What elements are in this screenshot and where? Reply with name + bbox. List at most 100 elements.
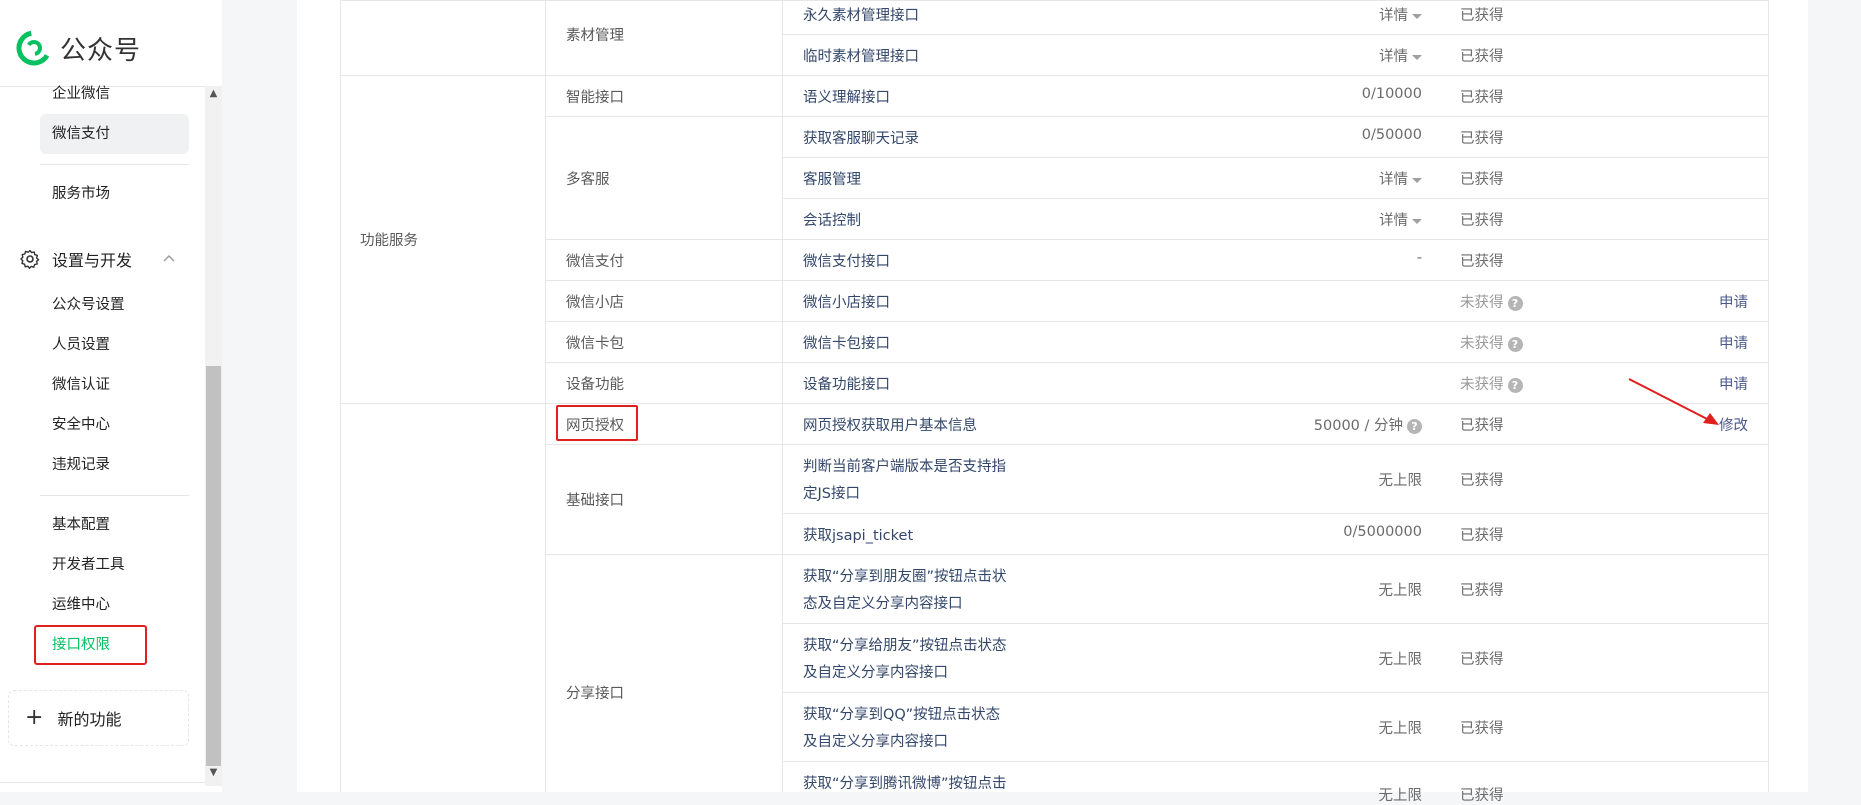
api-name: 微信小店接口 [803,295,890,311]
api-limit-detail[interactable]: 详情 [1222,4,1422,25]
table-row-line [782,761,1769,762]
api-limit: 无上限 [1378,652,1423,668]
sidebar-section-label: 设置与开发 [52,251,133,270]
api-name-line2: 定JS接口 [803,486,860,502]
wechat-official-logo-icon [16,30,52,66]
table-row-line [782,692,1769,693]
category-smart: 智能接口 [566,90,624,106]
api-status: 已获得 [1460,583,1504,599]
table-row-line [545,116,1769,117]
api-limit: 0/5000000 [1343,524,1422,540]
sidebar-item-account-settings[interactable]: 公众号设置 [52,293,125,317]
api-name-line1: 获取“分享到腾讯微博”按钮点击 [803,776,1007,792]
group-label-func-service: 功能服务 [360,233,418,249]
api-limit: 0/50000 [1361,127,1422,143]
table-row-line [340,75,1769,76]
table-col-divider [545,0,546,792]
api-name-line2: 及自定义分享内容接口 [803,734,948,750]
help-icon[interactable]: ? [1507,377,1523,393]
category-basic: 基础接口 [566,493,624,509]
annotation-arrow-icon [1628,378,1719,425]
api-name: 客服管理 [803,172,861,188]
api-name: 会话控制 [803,213,861,229]
category-share: 分享接口 [566,686,624,702]
table-row-line [340,0,1769,1]
api-name: 微信支付接口 [803,254,890,270]
brand-name: 公众号 [60,35,142,66]
brand[interactable]: 公众号 [16,30,141,66]
chevron-up-icon[interactable] [162,252,176,266]
category-material: 素材管理 [566,28,624,44]
api-name-line1: 获取“分享到QQ”按钮点击状态 [803,707,1001,723]
table-border-right [1768,0,1769,792]
api-status: 已获得 [1460,49,1504,65]
details-link[interactable]: 详情 [1379,8,1408,24]
sidebar-item-wecom[interactable]: 企业微信 [52,82,110,106]
api-limit-detail[interactable]: 详情 [1222,45,1422,66]
details-link[interactable]: 详情 [1379,172,1408,188]
scroll-up-arrow-icon[interactable]: ▲ [205,86,222,102]
table-row-line [782,157,1769,158]
sidebar-item-violation-records[interactable]: 违规记录 [52,453,110,477]
api-name: 永久素材管理接口 [803,8,919,24]
apply-link[interactable]: 申请 [1688,332,1748,353]
sidebar-item-member-settings[interactable]: 人员设置 [52,333,110,357]
gear-icon [20,249,40,269]
scroll-down-arrow-icon[interactable]: ▼ [205,765,222,781]
details-link[interactable]: 详情 [1379,213,1408,229]
api-status: 未获得? [1460,373,1523,394]
sidebar-item-basic-config[interactable]: 基本配置 [52,513,110,537]
api-status: 已获得 [1460,788,1504,804]
sidebar-section-settings-dev[interactable]: 设置与开发 [20,247,176,271]
dropdown-caret-icon [1412,54,1422,60]
api-limit-detail[interactable]: 详情 [1222,209,1422,230]
sidebar-item-dev-tools[interactable]: 开发者工具 [52,553,125,577]
api-name-line2: 态及自定义分享内容接口 [803,596,963,612]
apply-link[interactable]: 申请 [1688,291,1748,312]
api-status: 已获得 [1460,131,1504,147]
sidebar-item-service-market[interactable]: 服务市场 [52,182,110,206]
api-status: 已获得 [1460,528,1504,544]
api-status: 已获得 [1460,652,1504,668]
annotation-box-api-permissions [34,625,147,665]
api-status: 已获得 [1460,418,1504,434]
api-status: 已获得 [1460,721,1504,737]
details-link[interactable]: 详情 [1379,49,1408,65]
sidebar-bottom-divider [0,782,205,783]
status-text: 未获得 [1460,336,1504,352]
api-status: 已获得 [1460,254,1504,270]
api-name: 网页授权获取用户基本信息 [803,418,977,434]
help-icon[interactable]: ? [1507,336,1523,352]
table-row-line [545,362,1769,363]
table-row-line [782,623,1769,624]
new-feature-button[interactable]: + 新的功能 [8,690,189,746]
sidebar-item-verification[interactable]: 微信认证 [52,373,110,397]
category-wxpay: 微信支付 [566,254,624,270]
status-text: 未获得 [1460,377,1504,393]
sidebar-divider [40,164,189,165]
api-name-line1: 获取“分享给朋友”按钮点击状态 [803,638,1007,654]
api-limit-detail[interactable]: 详情 [1222,168,1422,189]
status-text: 未获得 [1460,295,1504,311]
api-name: 微信卡包接口 [803,336,890,352]
api-limit: 无上限 [1378,721,1423,737]
table-col-divider [782,0,783,792]
api-name: 获取客服聊天记录 [803,131,919,147]
api-status: 未获得? [1460,332,1523,353]
api-limit: 0/10000 [1361,86,1422,102]
api-name: 设备功能接口 [803,377,890,393]
category-device: 设备功能 [566,377,624,393]
help-icon[interactable]: ? [1507,295,1523,311]
sidebar-scrollbar-thumb[interactable] [206,366,221,766]
api-status: 已获得 [1460,213,1504,229]
api-name-line2: 及自定义分享内容接口 [803,665,948,681]
api-name-line1: 判断当前客户端版本是否支持指 [803,459,1006,475]
help-icon[interactable]: ? [1407,418,1422,434]
api-status: 已获得 [1460,90,1504,106]
api-name: 临时素材管理接口 [803,49,919,65]
sidebar-item-ops-center[interactable]: 运维中心 [52,593,110,617]
api-limit: 无上限 [1378,583,1423,599]
sidebar-item-security-center[interactable]: 安全中心 [52,413,110,437]
category-shop: 微信小店 [566,295,624,311]
sidebar-item-wxpay[interactable]: 微信支付 [52,122,110,146]
